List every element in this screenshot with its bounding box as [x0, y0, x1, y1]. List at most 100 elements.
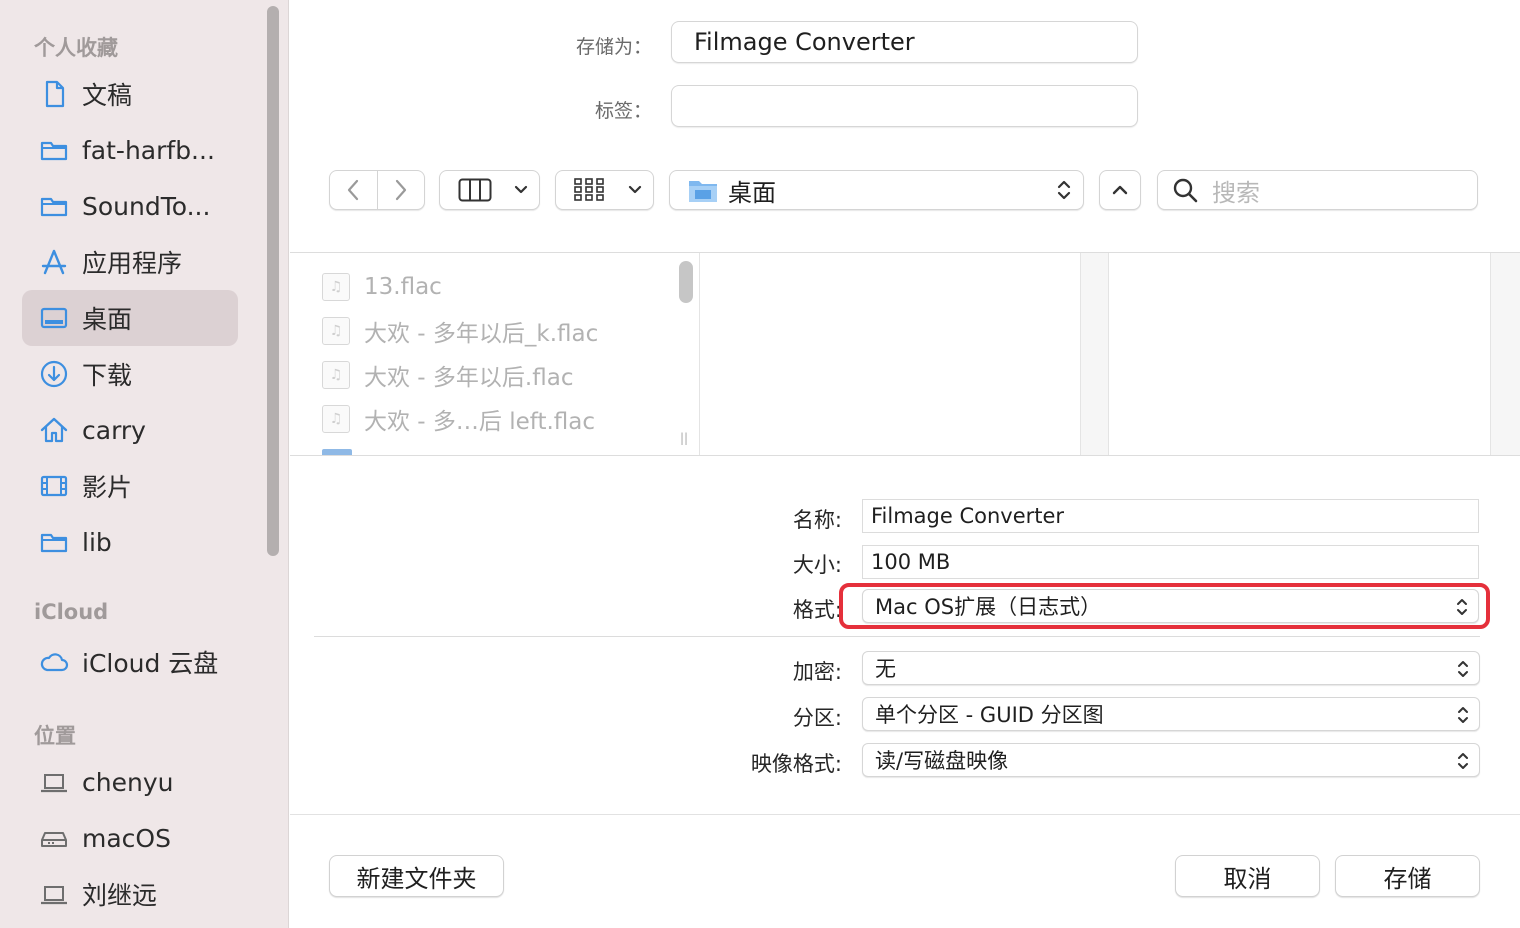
sidebar-item-carry[interactable]: carry: [22, 402, 238, 458]
updown-icon: [1458, 707, 1468, 723]
sidebar-item-soundto[interactable]: SoundTo...: [22, 178, 238, 234]
expand-collapse-button[interactable]: [1099, 170, 1141, 210]
partition-select[interactable]: 单个分区 - GUID 分区图: [862, 697, 1480, 731]
sidebar-item-label: iCloud 云盘: [82, 649, 219, 678]
name-field[interactable]: Filmage Converter: [862, 499, 1479, 533]
encryption-value: 无: [875, 657, 896, 681]
sidebar-item-documents[interactable]: 文稿: [22, 66, 238, 122]
encryption-label: 加密:: [792, 660, 842, 684]
tags-input[interactable]: [671, 85, 1138, 127]
footer-separator: [290, 814, 1520, 815]
view-mode-button[interactable]: [439, 170, 540, 210]
image-format-label: 映像格式:: [750, 752, 842, 776]
partition-label: 分区:: [792, 706, 842, 730]
back-button[interactable]: [330, 171, 377, 209]
group-button[interactable]: [555, 170, 654, 210]
size-field[interactable]: 100 MB: [862, 545, 1479, 579]
column-divider: [699, 253, 700, 455]
apps-icon: [36, 244, 72, 280]
image-format-select[interactable]: 读/写磁盘映像: [862, 743, 1480, 777]
column-scrollbar[interactable]: [679, 261, 693, 303]
audio-file-icon: ♫: [322, 405, 350, 433]
column-divider-band: [1490, 253, 1520, 455]
sidebar-item-label: 桌面: [82, 305, 133, 334]
name-label: 名称:: [792, 508, 842, 532]
sidebar-item-label: 下载: [82, 361, 133, 390]
file-name: 大欢 - 多年以后.flac: [364, 365, 574, 391]
chevron-left-icon: [348, 179, 359, 201]
list-item[interactable]: ♫ 大欢 - 多年以后_k.flac: [322, 313, 598, 349]
download-icon: [36, 356, 72, 392]
list-item[interactable]: ♫ 大欢 - 多年以后.flac: [322, 357, 573, 393]
encryption-select[interactable]: 无: [862, 651, 1480, 685]
document-icon: [36, 76, 72, 112]
drive-icon: [36, 820, 72, 856]
list-item[interactable]: ♫ 13.flac: [322, 269, 442, 305]
sidebar-item-label: fat-harfb...: [82, 135, 215, 165]
save-button[interactable]: 存储: [1335, 855, 1480, 897]
sidebar-item-downloads[interactable]: 下载: [22, 346, 238, 402]
sidebar-item-macos[interactable]: macOS: [22, 810, 238, 866]
sidebar-scrollbar[interactable]: [267, 6, 279, 556]
partition-value: 单个分区 - GUID 分区图: [875, 703, 1104, 727]
list-item[interactable]: ♫ 大欢 - 多…后 left.flac: [322, 401, 595, 437]
chevron-down-icon: [628, 185, 642, 194]
sidebar-section-locations: 位置: [34, 724, 76, 748]
cancel-button[interactable]: 取消: [1175, 855, 1320, 897]
laptop-icon: [36, 764, 72, 800]
sidebar-item-movies[interactable]: 影片: [22, 458, 238, 514]
options-separator: [314, 636, 1480, 637]
search-icon: [1173, 178, 1198, 203]
sidebar-item-chenyu[interactable]: chenyu: [22, 754, 238, 810]
laptop-icon: [36, 876, 72, 912]
updown-icon: [1057, 180, 1071, 200]
image-format-value: 读/写磁盘映像: [875, 749, 1009, 773]
sidebar-item-fat-harfb[interactable]: fat-harfb...: [22, 122, 238, 178]
sidebar: 个人收藏 文稿 fat-harfb... SoundTo... 应用程序 桌面: [0, 0, 289, 928]
back-forward-group: [329, 170, 425, 210]
size-label: 大小:: [792, 553, 842, 577]
sidebar-section-icloud: iCloud: [34, 600, 109, 624]
updown-icon: [1458, 661, 1468, 677]
grid-icon: [574, 178, 604, 201]
sidebar-item-label: 文稿: [82, 81, 133, 110]
chevron-right-icon: [395, 179, 406, 201]
save-as-input[interactable]: Filmage Converter: [671, 21, 1138, 63]
sidebar-item-applications[interactable]: 应用程序: [22, 234, 238, 290]
sidebar-item-lib[interactable]: lib: [22, 514, 238, 570]
columns-view-icon: [458, 178, 492, 202]
chevron-up-icon: [1112, 185, 1128, 195]
sidebar-item-liujiyuan[interactable]: 刘继远: [22, 866, 238, 922]
column-resize-handle-icon[interactable]: ||: [680, 431, 688, 445]
film-icon: [36, 468, 72, 504]
forward-button[interactable]: [377, 171, 424, 209]
audio-file-icon: ♫: [322, 273, 350, 301]
file-browser[interactable]: ♫ 13.flac ♫ 大欢 - 多年以后_k.flac ♫ 大欢 - 多年以后…: [290, 252, 1520, 456]
location-label: 桌面: [728, 178, 776, 207]
search-field[interactable]: 搜索: [1157, 170, 1478, 210]
home-icon: [36, 412, 72, 448]
sidebar-item-label: chenyu: [82, 767, 174, 797]
audio-file-icon: ♫: [322, 317, 350, 345]
search-placeholder: 搜索: [1212, 178, 1260, 207]
updown-icon: [1458, 753, 1468, 769]
folder-icon: [322, 449, 352, 455]
folder-icon: [36, 132, 72, 168]
sidebar-item-icloud-drive[interactable]: iCloud 云盘: [22, 634, 238, 690]
column-divider: [1490, 253, 1491, 455]
cloud-icon: [36, 644, 72, 680]
sidebar-item-label: carry: [82, 415, 146, 445]
format-highlight-box: [839, 583, 1490, 629]
new-folder-button[interactable]: 新建文件夹: [329, 855, 504, 897]
location-popup[interactable]: 桌面: [669, 170, 1084, 210]
chevron-down-icon: [514, 185, 528, 194]
file-name: 13.flac: [364, 274, 442, 300]
desktop-icon: [36, 300, 72, 336]
sidebar-item-label: 应用程序: [82, 249, 183, 278]
sidebar-item-label: 刘继远: [82, 881, 158, 910]
sidebar-item-label: lib: [82, 527, 112, 557]
sidebar-item-label: SoundTo...: [82, 191, 211, 221]
folder-icon: [36, 524, 72, 560]
column-divider: [1108, 253, 1109, 455]
sidebar-item-desktop[interactable]: 桌面: [22, 290, 238, 346]
